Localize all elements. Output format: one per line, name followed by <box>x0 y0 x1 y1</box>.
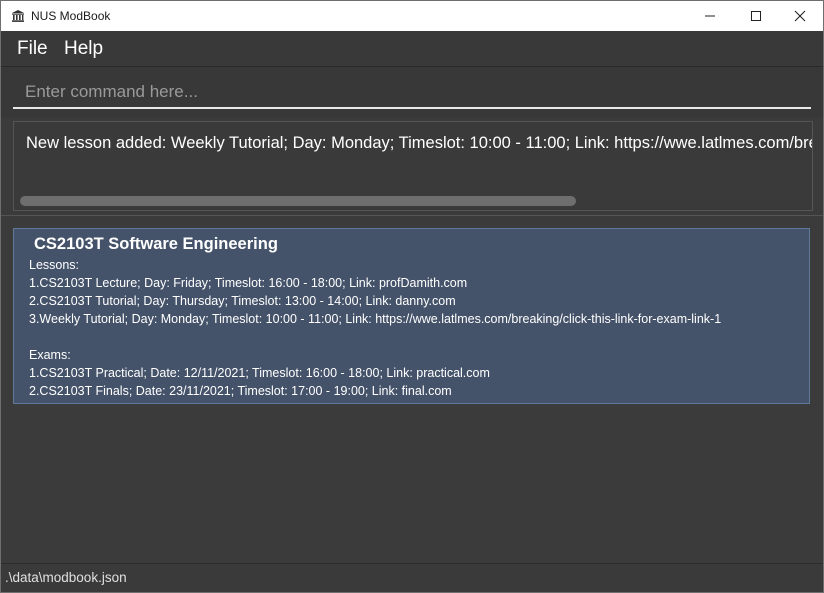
module-title: CS2103T Software Engineering <box>34 235 278 253</box>
save-file-path: .\data\modbook.json <box>5 570 127 585</box>
maximize-button[interactable] <box>733 1 779 31</box>
horizontal-scrollbar[interactable] <box>20 196 576 206</box>
menu-file[interactable]: File <box>17 38 48 60</box>
lesson-item: 3.Weekly Tutorial; Day: Monday; Timeslot… <box>29 312 722 326</box>
minimize-button[interactable] <box>687 1 733 31</box>
divider <box>1 215 823 216</box>
exam-item: 2.CS2103T Finals; Date: 23/11/2021; Time… <box>29 384 452 398</box>
menu-help[interactable]: Help <box>64 38 103 60</box>
minimize-icon <box>705 15 715 17</box>
result-display[interactable]: New lesson added: Weekly Tutorial; Day: … <box>13 121 813 211</box>
menu-bar: File Help <box>1 31 823 67</box>
window-title: NUS ModBook <box>31 9 111 23</box>
title-bar[interactable]: NUS ModBook <box>1 1 823 31</box>
lessons-header: Lessons: <box>29 258 80 272</box>
module-card[interactable]: CS2103T Software Engineering Lessons: 1.… <box>13 228 810 404</box>
maximize-icon <box>751 11 761 21</box>
building-icon <box>12 10 24 22</box>
app-window: NUS ModBook File Help New lesson added: … <box>0 0 824 593</box>
exam-item: 1.CS2103T Practical; Date: 12/11/2021; T… <box>29 366 490 380</box>
module-list[interactable]: CS2103T Software Engineering Lessons: 1.… <box>1 217 823 563</box>
result-message: New lesson added: Weekly Tutorial; Day: … <box>26 134 812 152</box>
lesson-item: 1.CS2103T Lecture; Day: Friday; Timeslot… <box>29 276 468 290</box>
command-input[interactable] <box>13 77 811 109</box>
lesson-item: 2.CS2103T Tutorial; Day: Thursday; Times… <box>29 294 456 308</box>
close-icon <box>794 10 806 22</box>
status-bar: .\data\modbook.json <box>1 563 823 592</box>
close-button[interactable] <box>777 1 823 31</box>
exams-header: Exams: <box>29 348 71 362</box>
command-box <box>1 67 823 117</box>
